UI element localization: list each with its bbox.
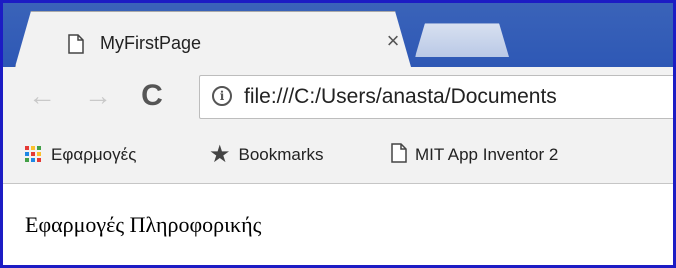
browser-toolbar: ← → C i file:///C:/Users/anasta/Document…	[3, 67, 673, 127]
apps-grid-icon	[25, 146, 43, 164]
file-icon	[391, 142, 407, 168]
bookmarks-bar: Εφαρμογές ★ Bookmarks MIT App Inventor 2	[3, 127, 673, 184]
bookmark-mit-app-inventor[interactable]: MIT App Inventor 2	[391, 127, 558, 183]
apps-dot	[31, 152, 35, 156]
bookmark-label: MIT App Inventor 2	[415, 145, 559, 164]
bookmark-label: Εφαρμογές	[51, 145, 137, 164]
forward-arrow-icon[interactable]: →	[83, 81, 113, 111]
apps-dot	[25, 146, 29, 150]
apps-dot	[31, 146, 35, 150]
browser-window: MyFirstPage × ← → C i file:///C:/Users/a…	[0, 0, 676, 268]
page-heading: Εφαρμογές Πληροφορικής	[25, 212, 262, 237]
apps-dot	[37, 146, 41, 150]
tab-title: MyFirstPage	[100, 33, 202, 53]
star-icon: ★	[209, 141, 231, 168]
apps-dot	[25, 152, 29, 156]
apps-dot	[31, 158, 35, 162]
bookmark-bookmarks[interactable]: ★ Bookmarks	[209, 127, 324, 183]
file-icon	[68, 34, 84, 59]
info-icon[interactable]: i	[212, 86, 232, 106]
reload-icon[interactable]: C	[137, 81, 167, 111]
new-tab-button[interactable]	[415, 23, 509, 57]
back-arrow-icon[interactable]: ←	[27, 81, 57, 111]
tab-myfirstpage[interactable]: MyFirstPage ×	[15, 11, 411, 67]
page-content: Εφαρμογές Πληροφορικής	[3, 184, 673, 265]
bookmark-label: Bookmarks	[238, 145, 324, 164]
bookmark-apps[interactable]: Εφαρμογές	[25, 127, 136, 183]
apps-dot	[37, 152, 41, 156]
close-icon[interactable]: ×	[382, 30, 404, 52]
tab-strip: MyFirstPage ×	[3, 3, 673, 67]
address-bar[interactable]: i file:///C:/Users/anasta/Documents	[199, 75, 673, 119]
apps-dot	[37, 158, 41, 162]
apps-dot	[25, 158, 29, 162]
url-text[interactable]: file:///C:/Users/anasta/Documents	[244, 85, 557, 109]
